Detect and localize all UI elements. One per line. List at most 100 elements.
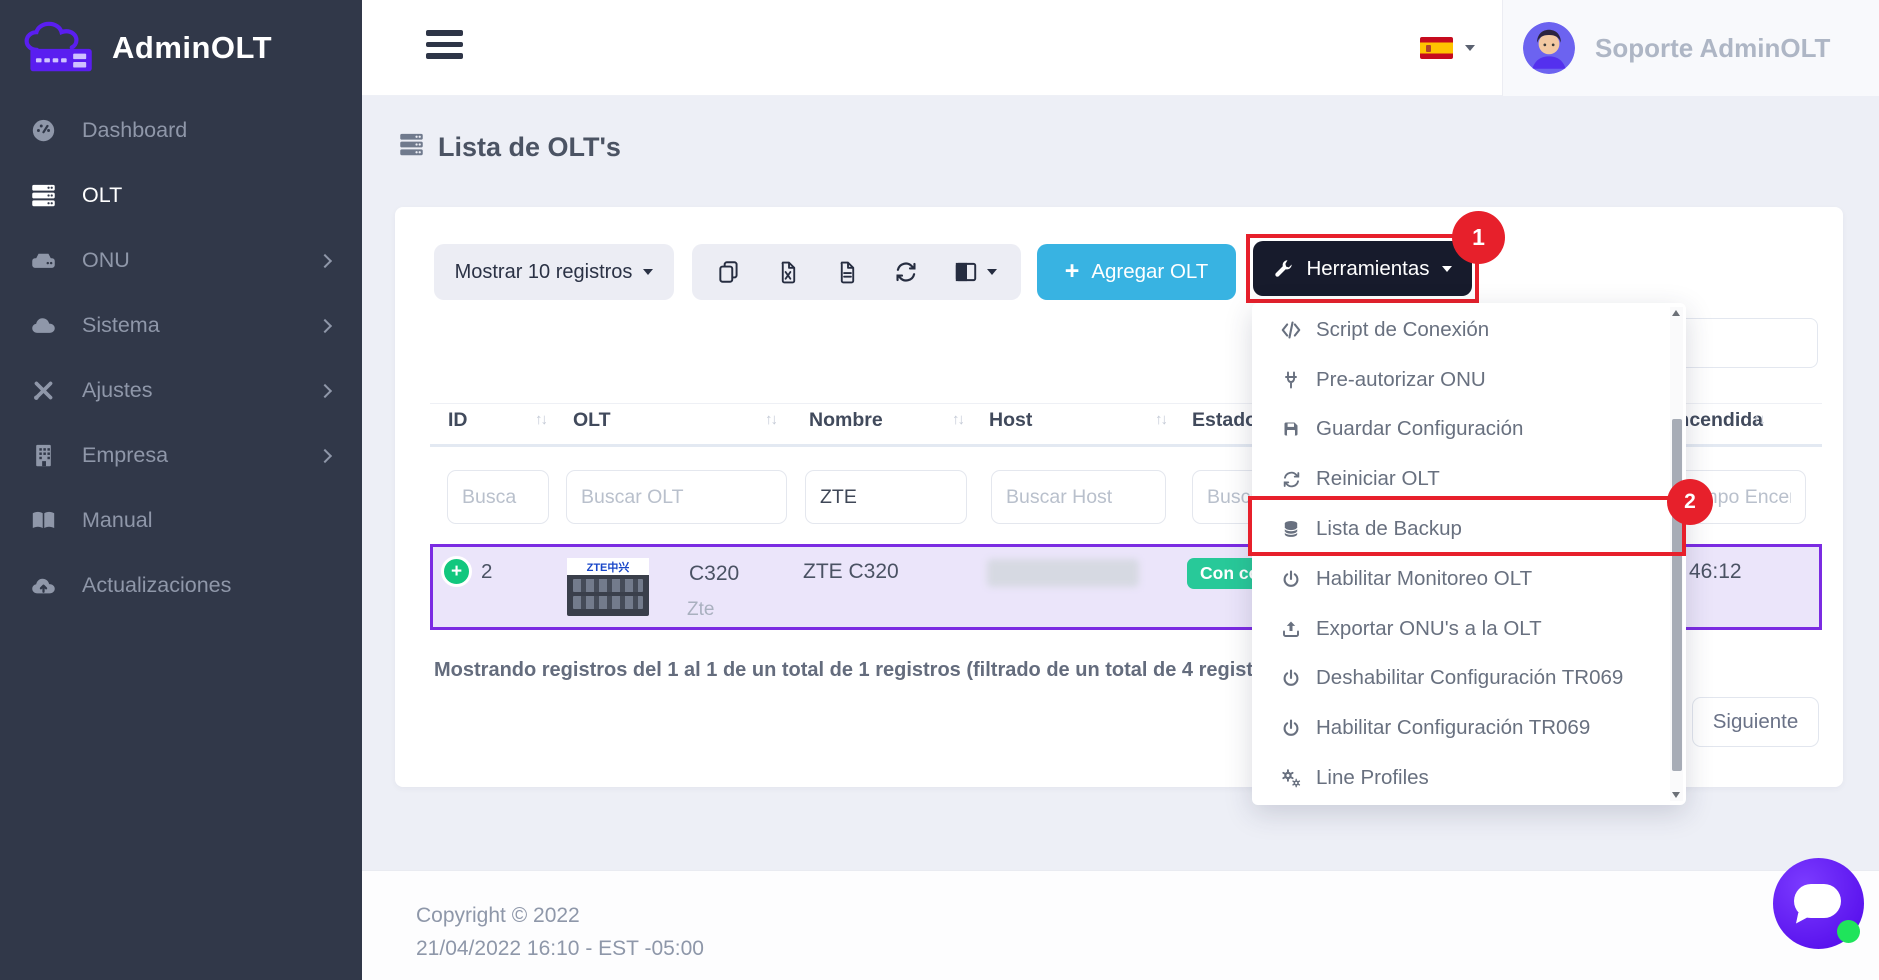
sync-icon	[1279, 469, 1303, 490]
column-header-host[interactable]: Host	[989, 409, 1032, 432]
dashboard-icon	[28, 117, 58, 144]
plus-icon: +	[1065, 259, 1080, 284]
column-header-estado[interactable]: Estado	[1192, 409, 1257, 432]
menu-item-deshabilitar-tr069[interactable]: Deshabilitar Configuración TR069	[1252, 654, 1686, 704]
chevron-right-icon	[318, 318, 332, 332]
sidebar-item-actualizaciones[interactable]: Actualizaciones	[0, 553, 362, 618]
annotation-rect-2	[1248, 496, 1686, 556]
wrench-icon	[1273, 258, 1294, 279]
sort-icon[interactable]: ↑↓	[1155, 411, 1166, 428]
export-excel-button[interactable]	[776, 260, 801, 285]
table-summary: Mostrando registros del 1 al 1 de un tot…	[434, 659, 1291, 682]
footer: Copyright © 2022 21/04/2022 16:10 - EST …	[362, 870, 1879, 980]
expand-row-button[interactable]: +	[441, 556, 472, 587]
olt-device-image[interactable]: ZTE中兴	[567, 558, 649, 616]
copy-button[interactable]	[716, 259, 742, 285]
menu-item-script-conexion[interactable]: Script de Conexión	[1252, 305, 1686, 355]
tools-dropdown-button[interactable]: Herramientas	[1253, 241, 1472, 296]
sort-icon[interactable]: ↑↓	[535, 411, 546, 428]
sidebar-item-empresa[interactable]: Empresa	[0, 423, 362, 488]
sort-icon[interactable]: ↑↓	[765, 411, 776, 428]
menu-item-label: Habilitar Configuración TR069	[1316, 716, 1590, 740]
caret-down-icon	[1465, 45, 1475, 51]
cogs-icon	[1279, 767, 1303, 789]
pagination-next-button[interactable]: Siguiente	[1692, 697, 1819, 747]
menu-item-habilitar-monitoreo[interactable]: Habilitar Monitoreo OLT	[1252, 554, 1686, 604]
sidebar-item-label: OLT	[82, 183, 122, 208]
filter-host-input[interactable]	[991, 470, 1166, 524]
cell-olt-model: C320	[689, 562, 739, 586]
cell-uptime: 46:12	[1689, 560, 1742, 584]
book-icon	[28, 507, 58, 534]
spain-flag-icon	[1420, 37, 1453, 59]
column-header-nombre[interactable]: Nombre	[809, 409, 883, 432]
column-header-id[interactable]: ID	[448, 409, 468, 432]
tools-icon	[28, 377, 58, 404]
caret-down-icon	[1442, 266, 1452, 272]
menu-item-habilitar-tr069[interactable]: Habilitar Configuración TR069	[1252, 703, 1686, 753]
sidebar-item-label: Actualizaciones	[82, 573, 231, 598]
save-icon	[1279, 419, 1303, 439]
upload-icon	[1279, 619, 1303, 639]
sidebar-item-label: Sistema	[82, 313, 160, 338]
online-status-dot	[1837, 920, 1860, 943]
filter-id-input[interactable]	[447, 470, 549, 524]
caret-down-icon	[987, 269, 997, 275]
refresh-button[interactable]	[893, 259, 919, 285]
language-selector[interactable]	[1420, 0, 1475, 96]
menu-item-label: Deshabilitar Configuración TR069	[1316, 666, 1623, 690]
scroll-up-icon[interactable]	[1672, 310, 1680, 316]
sidebar-item-label: Empresa	[82, 443, 168, 468]
footer-datetime: 21/04/2022 16:10 - EST -05:00	[416, 937, 704, 961]
cloud-icon	[28, 312, 58, 339]
sort-icon[interactable]: ↑↓	[952, 411, 963, 428]
power-icon	[1279, 718, 1303, 738]
sidebar-item-onu[interactable]: ONU	[0, 228, 362, 293]
power-icon	[1279, 569, 1303, 589]
scroll-down-icon[interactable]	[1672, 792, 1680, 798]
filter-olt-input[interactable]	[566, 470, 787, 524]
topbar: Soporte AdminOLT	[362, 0, 1879, 96]
sidebar-item-sistema[interactable]: Sistema	[0, 293, 362, 358]
sidebar-item-dashboard[interactable]: Dashboard	[0, 98, 362, 163]
column-header-olt[interactable]: OLT	[573, 409, 611, 432]
adminolt-app: AdminOLT Dashboard OLT ONU	[0, 0, 1879, 980]
show-records-dropdown[interactable]: Mostrar 10 registros	[434, 244, 674, 300]
export-file-button[interactable]	[835, 260, 860, 285]
zte-logo: ZTE中兴	[567, 558, 649, 575]
sidebar-item-label: ONU	[82, 248, 130, 273]
page-title-text: Lista de OLT's	[438, 132, 621, 163]
menu-item-label: Line Profiles	[1316, 766, 1429, 790]
menu-item-label: Exportar ONU's a la OLT	[1316, 617, 1542, 641]
server-icon	[398, 131, 425, 163]
cell-nombre: ZTE C320	[803, 560, 899, 584]
menu-item-line-profiles[interactable]: Line Profiles	[1252, 753, 1686, 803]
sidebar-item-manual[interactable]: Manual	[0, 488, 362, 553]
filter-nombre-input[interactable]	[805, 470, 967, 524]
brand-name: AdminOLT	[112, 30, 272, 66]
annotation-step-badge-2: 2	[1667, 479, 1713, 525]
show-records-label: Mostrar 10 registros	[455, 261, 633, 284]
tools-label: Herramientas	[1306, 257, 1429, 281]
chat-bubble-icon	[1794, 884, 1841, 918]
sidebar-nav: Dashboard OLT ONU Sistema	[0, 96, 362, 618]
server-icon	[28, 182, 58, 209]
user-menu[interactable]: Soporte AdminOLT	[1502, 0, 1879, 96]
menu-item-guardar-configuracion[interactable]: Guardar Configuración	[1252, 405, 1686, 455]
sidebar-item-label: Dashboard	[82, 118, 187, 143]
add-olt-button[interactable]: + Agregar OLT	[1037, 244, 1236, 300]
brand-logo[interactable]: AdminOLT	[0, 0, 362, 96]
chat-widget-button[interactable]	[1773, 858, 1864, 949]
sidebar-item-ajustes[interactable]: Ajustes	[0, 358, 362, 423]
menu-toggle-button[interactable]	[426, 30, 464, 65]
power-icon	[1279, 668, 1303, 688]
columns-visibility-button[interactable]	[953, 259, 997, 285]
menu-item-exportar-onus[interactable]: Exportar ONU's a la OLT	[1252, 604, 1686, 654]
menu-item-label: Guardar Configuración	[1316, 417, 1523, 441]
sidebar-item-olt[interactable]: OLT	[0, 163, 362, 228]
sort-icon[interactable]: ↑↓	[1753, 411, 1764, 428]
menu-item-label: Pre-autorizar ONU	[1316, 368, 1486, 392]
scrollbar-thumb[interactable]	[1672, 419, 1682, 771]
export-toolbar	[692, 244, 1021, 300]
menu-item-pre-autorizar-onu[interactable]: Pre-autorizar ONU	[1252, 355, 1686, 405]
